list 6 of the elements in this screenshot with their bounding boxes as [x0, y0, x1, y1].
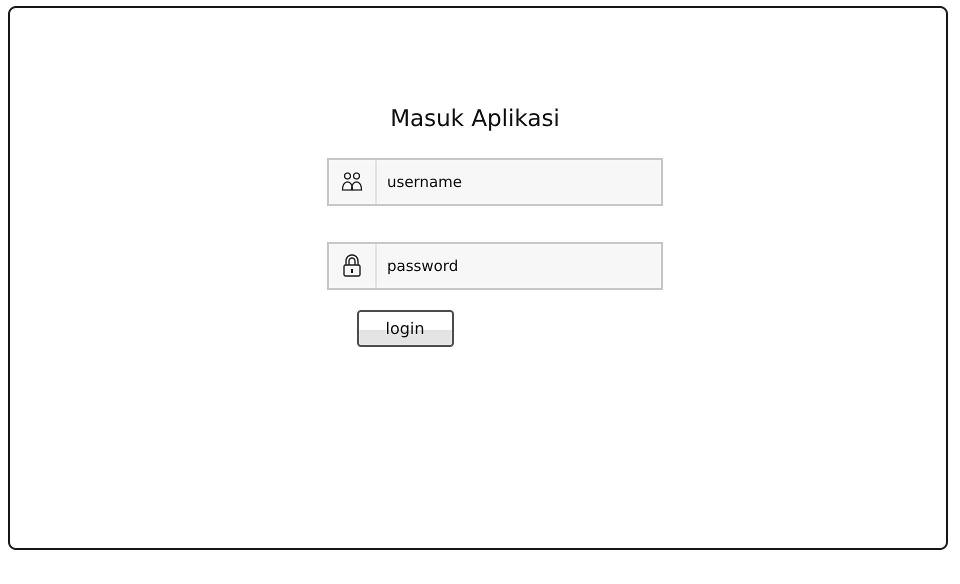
- login-button[interactable]: login: [356, 310, 454, 347]
- username-field[interactable]: username: [327, 158, 663, 206]
- users-icon: [341, 171, 363, 193]
- lock-icon: [342, 254, 362, 278]
- password-field[interactable]: password: [327, 242, 663, 290]
- page-title: Masuk Aplikasi: [390, 106, 560, 132]
